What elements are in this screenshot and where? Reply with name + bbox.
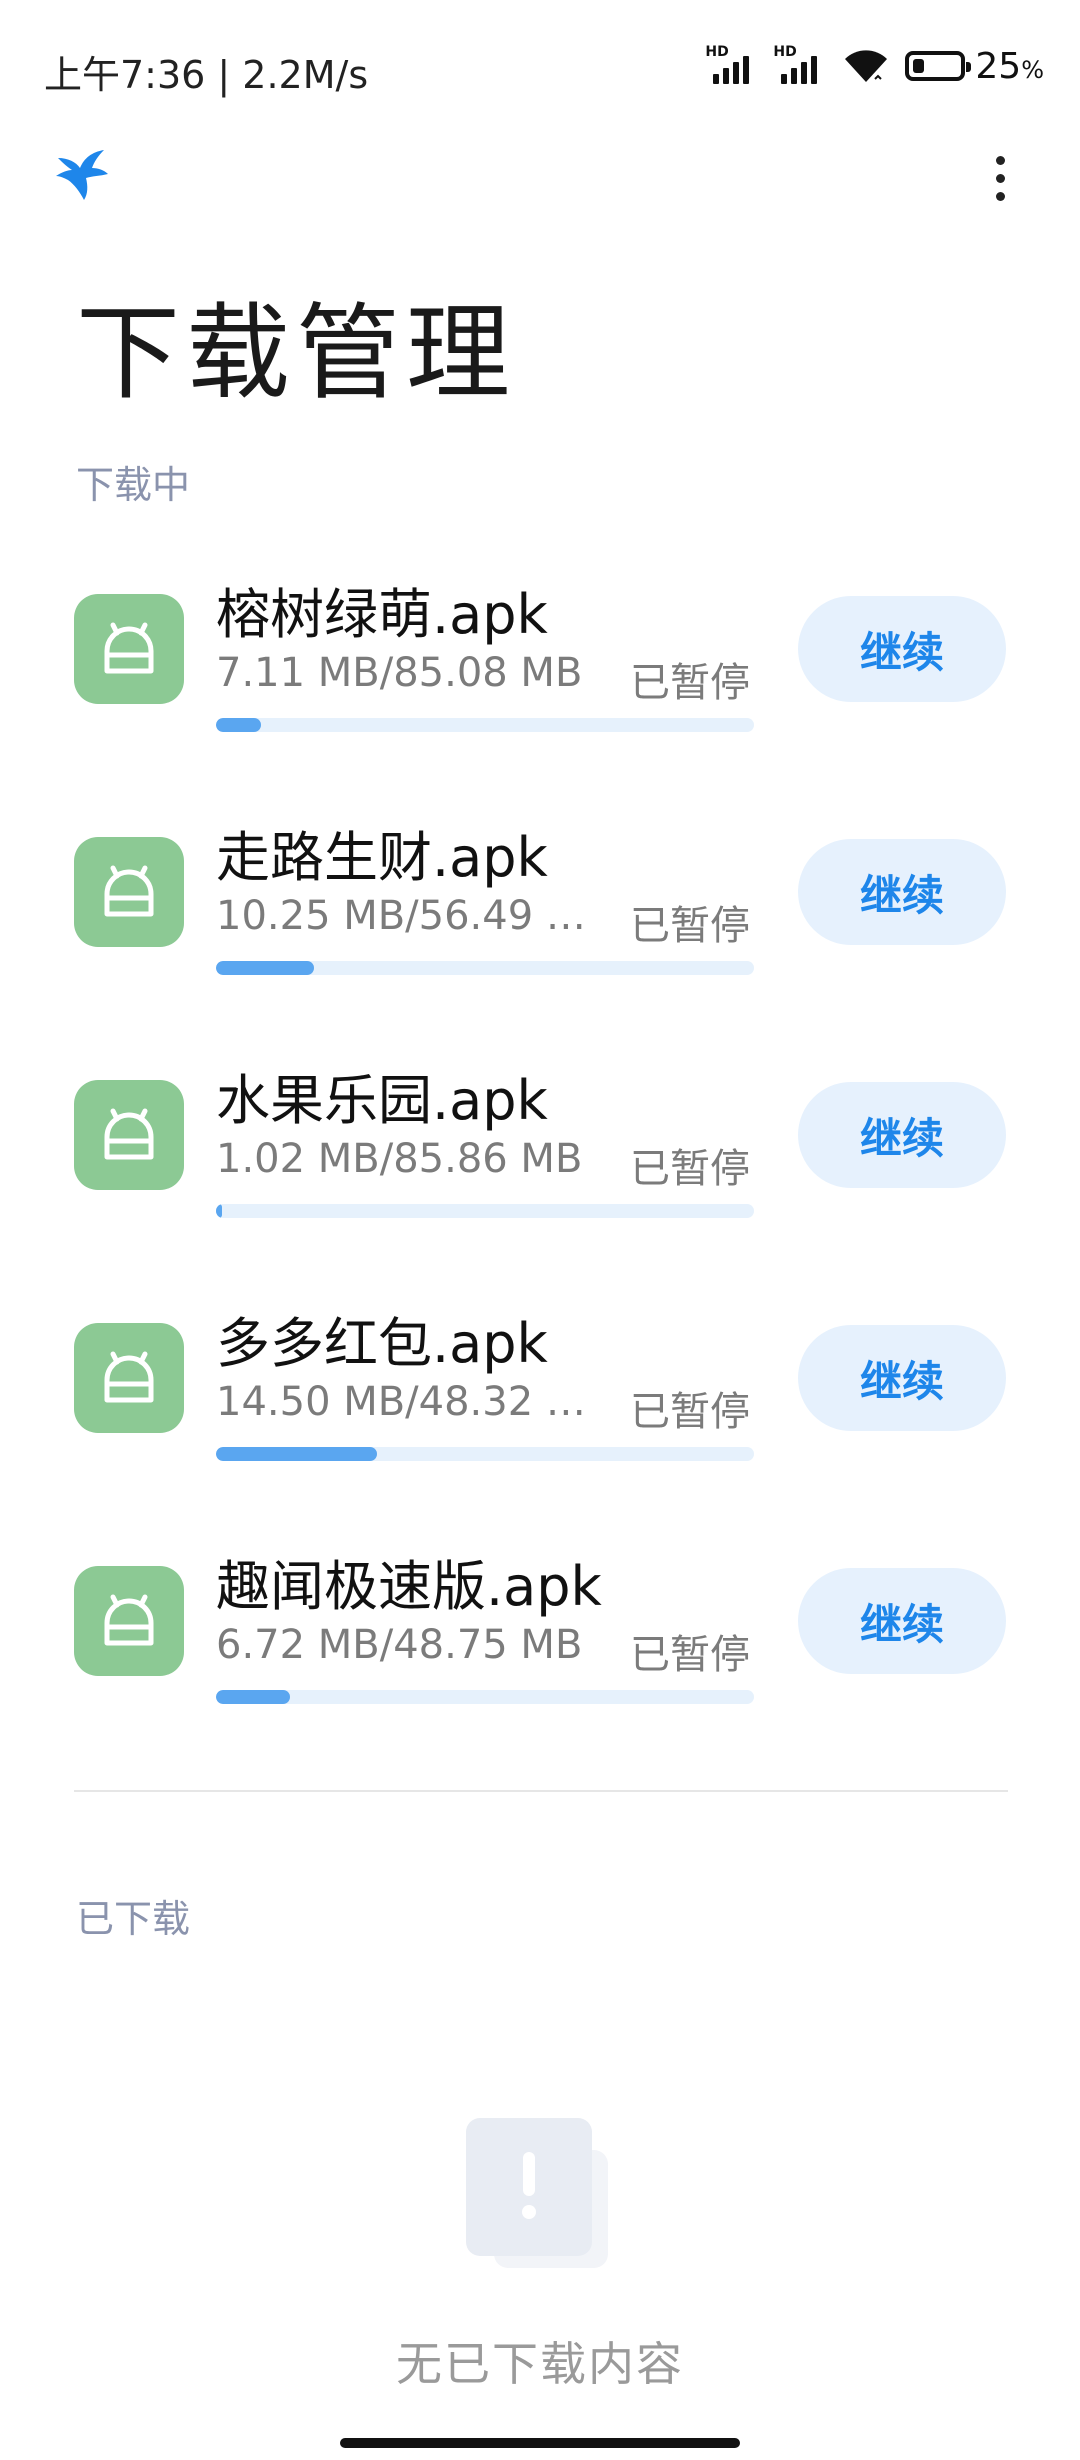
- battery-percent-value: 25: [975, 45, 1022, 87]
- download-status: 已暂停: [630, 660, 750, 706]
- battery-icon: [905, 51, 972, 81]
- download-progress-fill: [216, 961, 314, 975]
- android-app-icon: [74, 1080, 184, 1190]
- continue-button[interactable]: 继续: [798, 596, 1006, 702]
- status-icons: HD HD 25%: [705, 40, 1044, 92]
- continue-button[interactable]: 继续: [798, 1325, 1006, 1431]
- download-status: 已暂停: [630, 1146, 750, 1192]
- battery-fill: [913, 59, 925, 73]
- android-app-icon: [74, 837, 184, 947]
- android-app-icon: [74, 1566, 184, 1676]
- section-downloaded-label: 已下载: [76, 1897, 191, 1941]
- more-options-button[interactable]: [980, 150, 1020, 206]
- download-file-size: 10.25 MB/56.49 MB: [216, 893, 596, 939]
- download-file-name: 走路生财.apk: [216, 826, 548, 889]
- download-progress-fill: [216, 1204, 223, 1218]
- android-app-icon: [74, 594, 184, 704]
- signal-icon-2: HD: [773, 44, 827, 86]
- continue-button[interactable]: 继续: [798, 839, 1006, 945]
- bird-logo-icon[interactable]: [54, 146, 110, 202]
- download-progress-bar: [216, 961, 754, 975]
- download-file-size: 14.50 MB/48.32 MB: [216, 1379, 596, 1425]
- download-file-size: 7.11 MB/85.08 MB: [216, 650, 583, 696]
- status-time-speed: 上午7:36 | 2.2M/s: [44, 53, 369, 97]
- download-file-size: 6.72 MB/48.75 MB: [216, 1622, 583, 1668]
- more-vertical-icon-dot: [995, 191, 1005, 201]
- download-file-name: 多多红包.apk: [216, 1312, 548, 1375]
- download-item: 走路生财.apk 10.25 MB/56.49 MB 已暂停 继续: [0, 803, 1080, 1003]
- battery-indicator: 25%: [905, 46, 1044, 87]
- section-divider: [74, 1790, 1008, 1792]
- section-downloading-label: 下载中: [76, 463, 191, 507]
- download-progress-fill: [216, 1447, 378, 1461]
- continue-button[interactable]: 继续: [798, 1082, 1006, 1188]
- battery-percent: 25%: [975, 46, 1044, 87]
- download-progress-bar: [216, 718, 754, 732]
- more-vertical-icon-dot: [995, 155, 1005, 165]
- download-item: 趣闻极速版.apk 6.72 MB/48.75 MB 已暂停 继续: [0, 1532, 1080, 1732]
- home-indicator[interactable]: [340, 2438, 740, 2448]
- download-progress-bar: [216, 1204, 754, 1218]
- download-status: 已暂停: [630, 903, 750, 949]
- download-file-name: 榕树绿萌.apk: [216, 583, 548, 646]
- wifi-icon: [845, 50, 888, 84]
- download-item: 榕树绿萌.apk 7.11 MB/85.08 MB 已暂停 继续: [0, 560, 1080, 760]
- download-status: 已暂停: [630, 1389, 750, 1435]
- download-file-name: 水果乐园.apk: [216, 1069, 548, 1132]
- status-bar: 上午7:36 | 2.2M/s HD HD 25%: [0, 0, 1080, 136]
- empty-notice-icon: [466, 2118, 616, 2278]
- download-progress-bar: [216, 1447, 754, 1461]
- download-file-size: 1.02 MB/85.86 MB: [216, 1136, 583, 1182]
- empty-state-text: 无已下载内容: [396, 2337, 684, 2391]
- continue-button[interactable]: 继续: [798, 1568, 1006, 1674]
- page-title: 下载管理: [76, 292, 517, 414]
- more-vertical-icon-dot: [995, 173, 1005, 183]
- battery-percent-unit: %: [1021, 55, 1044, 84]
- android-app-icon: [74, 1323, 184, 1433]
- download-item: 水果乐园.apk 1.02 MB/85.86 MB 已暂停 继续: [0, 1046, 1080, 1246]
- download-status: 已暂停: [630, 1632, 750, 1678]
- download-progress-fill: [216, 1690, 291, 1704]
- signal-icon-1: HD: [705, 44, 759, 86]
- download-progress-bar: [216, 1690, 754, 1704]
- download-progress-fill: [216, 718, 261, 732]
- download-item: 多多红包.apk 14.50 MB/48.32 MB 已暂停 继续: [0, 1289, 1080, 1489]
- download-file-name: 趣闻极速版.apk: [216, 1555, 602, 1618]
